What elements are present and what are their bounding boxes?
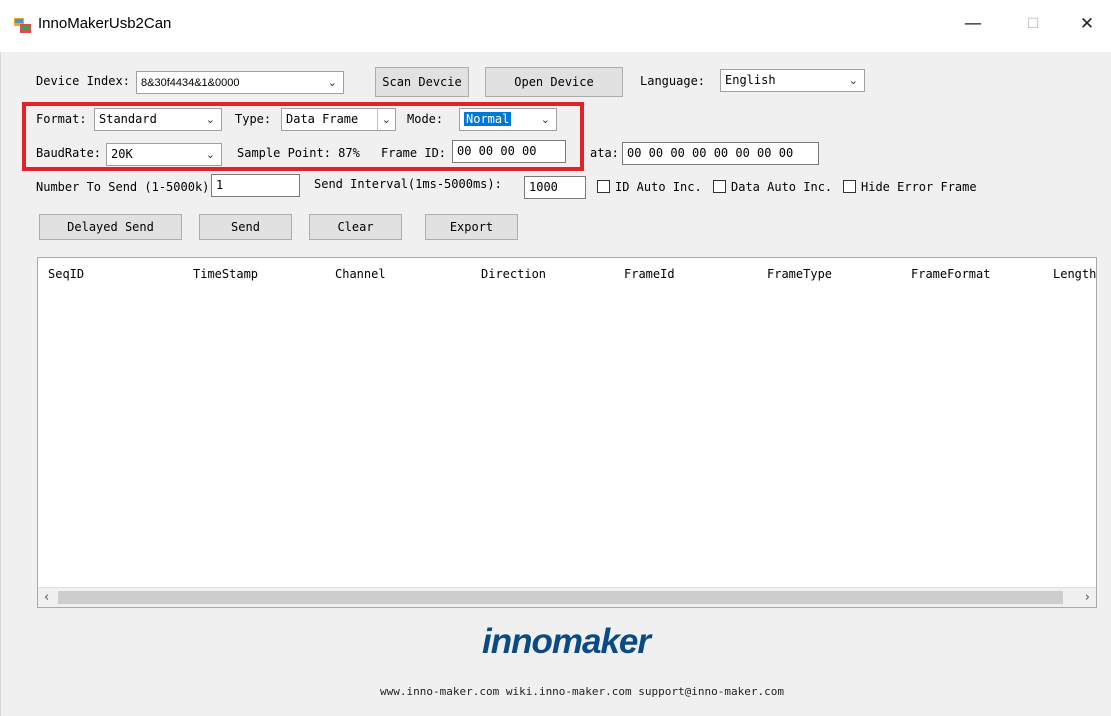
- language-value: English: [725, 73, 776, 87]
- frames-table[interactable]: SeqID TimeStamp Channel Direction FrameI…: [37, 257, 1097, 608]
- chevron-down-icon: ⌄: [205, 148, 215, 161]
- column-header-frameformat[interactable]: FrameFormat: [911, 266, 990, 282]
- id-auto-inc-checkbox[interactable]: [597, 180, 610, 193]
- format-value: Standard: [99, 112, 157, 126]
- sample-point-text: Sample Point: 87%: [237, 146, 360, 160]
- format-label: Format:: [36, 112, 87, 126]
- column-header-frameid[interactable]: FrameId: [624, 266, 675, 282]
- type-label: Type:: [235, 112, 272, 126]
- app-icon: [14, 18, 31, 33]
- horizontal-scrollbar[interactable]: ‹ ›: [38, 587, 1096, 607]
- close-button[interactable]: ✕: [1072, 14, 1102, 34]
- send-interval-input[interactable]: 1000: [524, 176, 586, 199]
- number-to-send-label: Number To Send (1-5000k): [36, 180, 210, 194]
- type-select[interactable]: Data Frame ⌄: [281, 108, 396, 131]
- chevron-down-icon: ⌄: [327, 76, 337, 89]
- device-index-select[interactable]: 8&30f4434&1&0000 ⌄: [136, 71, 344, 94]
- column-header-frametype[interactable]: FrameType: [767, 266, 832, 282]
- delayed-send-button[interactable]: Delayed Send: [39, 214, 182, 240]
- language-select[interactable]: English ⌄: [720, 69, 865, 92]
- data-auto-inc-label: Data Auto Inc.: [731, 180, 833, 194]
- column-header-length[interactable]: Length: [1053, 266, 1096, 282]
- type-value: Data Frame: [286, 112, 359, 126]
- footer-links: www.inno-maker.com wiki.inno-maker.com s…: [380, 685, 784, 698]
- clear-button[interactable]: Clear: [309, 214, 402, 240]
- frame-id-label: Frame ID:: [381, 146, 447, 160]
- mode-select[interactable]: Normal ⌄: [459, 108, 557, 131]
- baudrate-label: BaudRate:: [36, 146, 102, 160]
- maximize-button[interactable]: ☐: [1018, 14, 1048, 34]
- id-auto-inc-label: ID Auto Inc.: [615, 180, 702, 194]
- minimize-button[interactable]: —: [958, 14, 988, 34]
- innomaker-logo: innomaker: [482, 622, 651, 661]
- column-header-seqid[interactable]: SeqID: [48, 266, 84, 282]
- language-label: Language:: [640, 74, 706, 88]
- chevron-down-icon: ⌄: [540, 113, 550, 126]
- baudrate-select[interactable]: 20K ⌄: [106, 143, 222, 166]
- baudrate-value: 20K: [111, 147, 133, 161]
- column-header-direction[interactable]: Direction: [481, 266, 546, 282]
- hide-error-frame-checkbox[interactable]: [843, 180, 856, 193]
- number-to-send-input[interactable]: 1: [211, 174, 300, 197]
- scan-device-button[interactable]: Scan Devcie: [375, 67, 469, 97]
- send-button[interactable]: Send: [199, 214, 292, 240]
- scrollbar-thumb[interactable]: [58, 591, 1063, 604]
- open-device-button[interactable]: Open Device: [485, 67, 623, 97]
- title-bar: InnoMakerUsb2Can — ☐ ✕: [0, 0, 1111, 52]
- column-header-timestamp[interactable]: TimeStamp: [193, 266, 258, 282]
- data-auto-inc-checkbox[interactable]: [713, 180, 726, 193]
- hide-error-frame-label: Hide Error Frame: [861, 180, 977, 194]
- data-input[interactable]: 00 00 00 00 00 00 00 00: [622, 142, 819, 165]
- device-index-value: 8&30f4434&1&0000: [141, 77, 240, 89]
- scroll-left-icon[interactable]: ‹: [44, 590, 49, 605]
- window-title: InnoMakerUsb2Can: [38, 15, 172, 32]
- chevron-down-icon: ⌄: [205, 113, 215, 126]
- format-select[interactable]: Standard ⌄: [94, 108, 222, 131]
- mode-value: Normal: [464, 112, 512, 126]
- column-header-channel[interactable]: Channel: [335, 266, 386, 282]
- frame-id-input[interactable]: 00 00 00 00: [452, 140, 566, 163]
- mode-label: Mode:: [407, 112, 444, 126]
- send-interval-label: Send Interval(1ms-5000ms):: [314, 177, 502, 191]
- device-index-label: Device Index:: [36, 74, 130, 88]
- chevron-down-icon: ⌄: [848, 74, 858, 87]
- export-button[interactable]: Export: [425, 214, 518, 240]
- scroll-right-icon[interactable]: ›: [1085, 590, 1090, 605]
- chevron-down-icon: ⌄: [376, 109, 391, 130]
- data-label: ata:: [590, 146, 619, 160]
